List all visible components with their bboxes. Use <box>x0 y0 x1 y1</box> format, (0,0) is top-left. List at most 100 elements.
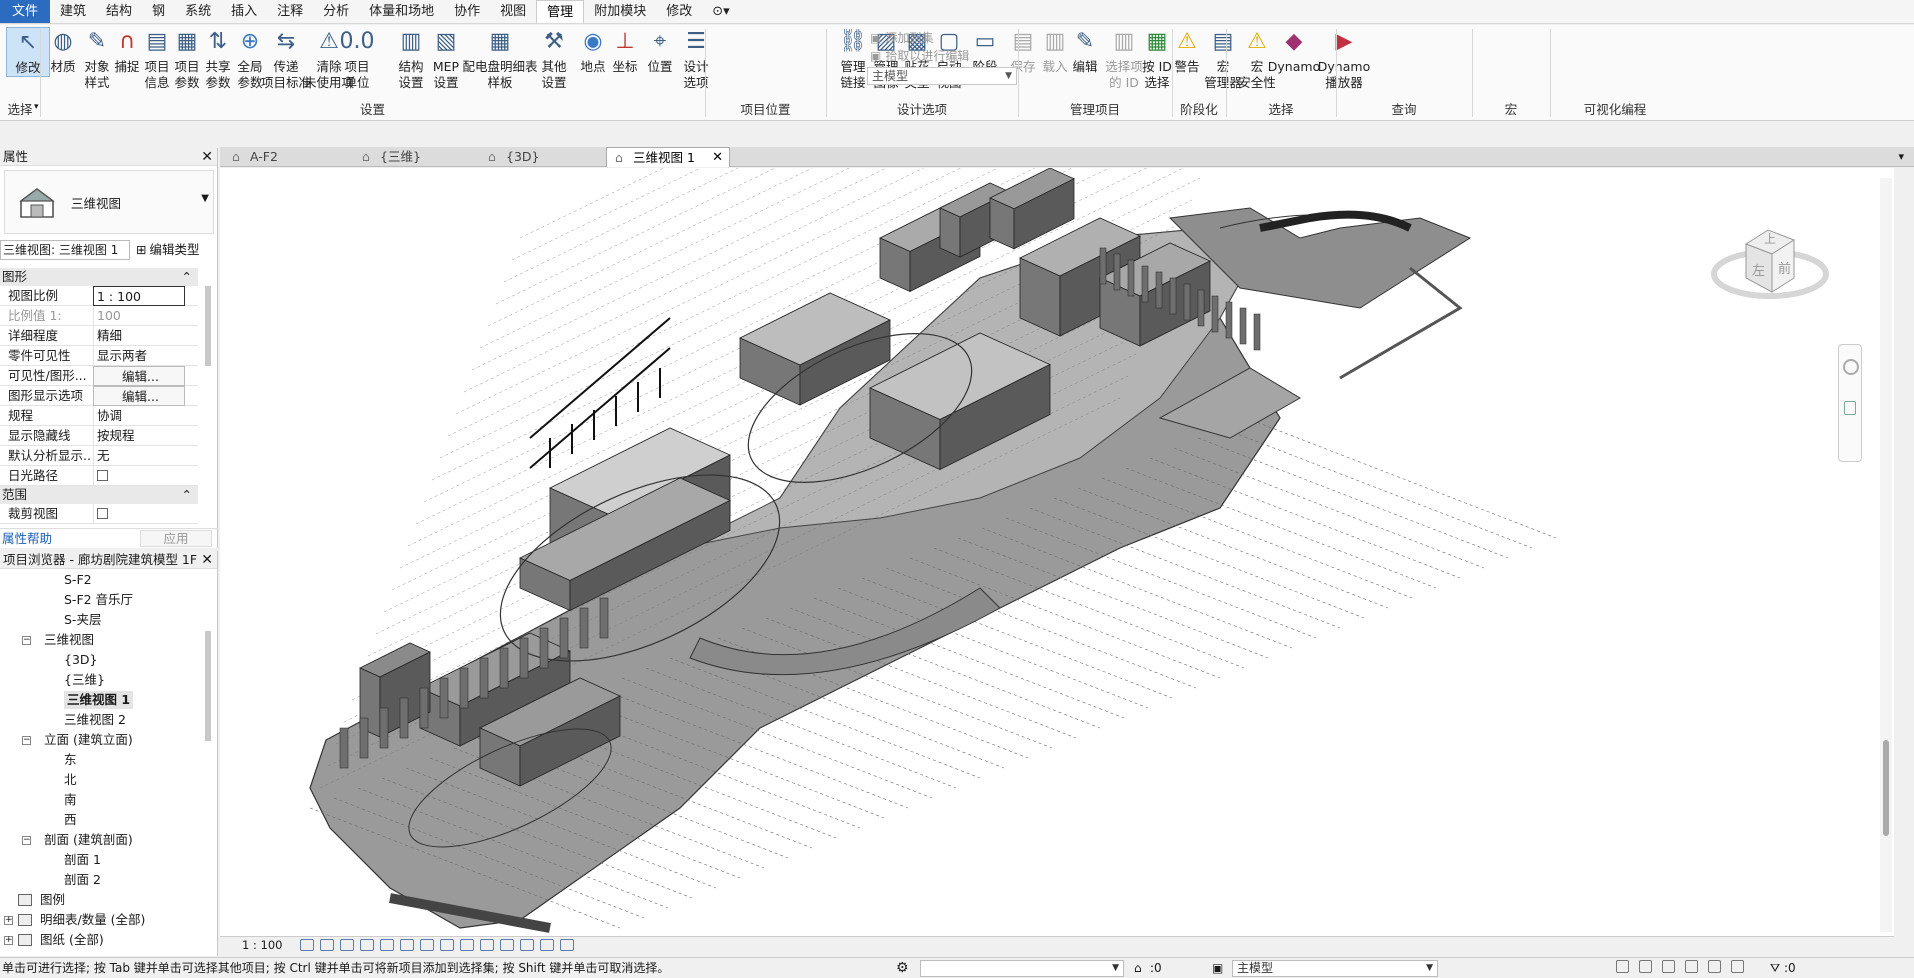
apply-button[interactable]: 应用 <box>140 530 212 547</box>
select-underlay-icon[interactable] <box>1639 960 1652 973</box>
structural-settings-button[interactable]: ▥ 结构 设置 <box>392 27 430 91</box>
scrollbar[interactable] <box>205 631 211 741</box>
menu-item[interactable]: 建筑 <box>50 0 96 23</box>
property-value[interactable]: 100 <box>93 306 185 326</box>
tab-list-icon[interactable]: ▾ <box>1898 147 1904 167</box>
render-icon[interactable] <box>380 939 394 951</box>
macro-manager-button[interactable]: ▤ 宏 管理器 <box>1204 27 1242 91</box>
drawing-canvas[interactable]: 上 左 前 <box>220 168 1894 940</box>
section-extents[interactable]: 范围 ⌃ <box>0 486 198 504</box>
reveal-icon[interactable] <box>480 939 494 951</box>
drag-elements-icon[interactable] <box>1708 960 1721 973</box>
tree-node[interactable]: S-F2 音乐厅 <box>64 591 133 609</box>
menu-item[interactable]: 钢 <box>142 0 175 23</box>
mep-settings-button[interactable]: ▧ MEP 设置 <box>427 27 465 91</box>
menu-item[interactable]: 系统 <box>175 0 221 23</box>
property-value[interactable]: 编辑... <box>93 366 185 386</box>
menu-item[interactable]: 修改 <box>656 0 702 23</box>
viewcube[interactable]: 上 左 前 <box>1708 212 1838 322</box>
tree-node[interactable]: 明细表/数量 (全部) <box>40 911 145 929</box>
tree-node[interactable]: 北 <box>64 771 77 789</box>
view-tab[interactable]: ⌂ {3D} <box>480 147 608 167</box>
tree-node[interactable]: 剖面 2 <box>64 871 101 889</box>
property-value[interactable]: 精细 <box>93 326 185 346</box>
pick-to-edit-button[interactable]: ▣ 拾取以进行编辑 <box>870 47 969 64</box>
design-option-combo[interactable]: 主模型 ▼ <box>1232 960 1438 977</box>
view-tab[interactable]: ⌂ {三维} <box>354 147 484 167</box>
property-value[interactable]: 协调 <box>93 406 185 426</box>
temp-hide-icon[interactable] <box>460 939 474 951</box>
instance-selector[interactable]: 三维视图: 三维视图 1 <box>0 240 130 260</box>
tree-toggle-icon[interactable]: + <box>4 916 13 925</box>
sun-path-icon[interactable] <box>340 939 354 951</box>
detail-level-icon[interactable] <box>300 939 314 951</box>
tree-node[interactable]: 西 <box>64 811 77 829</box>
warnings-button[interactable]: ⚠ 警告 <box>1168 27 1206 75</box>
menu-item[interactable]: 附加模块 <box>584 0 656 23</box>
dynamo-button[interactable]: ◆ Dynamo <box>1268 27 1320 75</box>
lock-view-icon[interactable] <box>440 939 454 951</box>
tree-node[interactable]: 立面 (建筑立面) <box>44 731 133 749</box>
highlight-icon[interactable] <box>560 939 574 951</box>
view-scale[interactable]: 1 : 100 <box>242 937 282 954</box>
scrollbar-thumb[interactable] <box>1883 740 1889 836</box>
section-graphics[interactable]: 图形 ⌃ <box>0 268 198 286</box>
property-value[interactable]: 编辑... <box>93 386 185 406</box>
tree-node[interactable]: 三维视图 1 <box>64 691 134 709</box>
view-tab[interactable]: ⌂ A-F2 <box>224 147 354 167</box>
worksets-icon[interactable]: ⚙ <box>896 958 909 978</box>
crop-icon[interactable] <box>400 939 414 951</box>
property-value[interactable] <box>93 466 185 486</box>
tree-node[interactable]: 图纸 (全部) <box>40 931 104 949</box>
property-value[interactable]: 按规程 <box>93 426 185 446</box>
tree-node[interactable]: 东 <box>64 751 77 769</box>
visual-style-icon[interactable] <box>320 939 334 951</box>
project-units-button[interactable]: 0.0 项目 单位 <box>338 27 376 91</box>
property-value[interactable]: 无 <box>93 446 185 466</box>
menu-item[interactable]: 管理 <box>536 0 585 23</box>
worksharing-icon[interactable] <box>500 939 514 951</box>
materials-button[interactable]: ◍ 材质 <box>44 27 82 75</box>
menu-item[interactable]: 视图 <box>490 0 536 23</box>
dynamo-player-button[interactable]: ▶ Dynamo 播放器 <box>1318 27 1370 91</box>
filter-icon[interactable]: ⛛ <box>1770 958 1780 978</box>
properties-help-link[interactable]: 属性帮助 <box>2 529 52 549</box>
canvas-scrollbar[interactable] <box>1880 178 1892 932</box>
editable-only-icon[interactable]: ⌂ <box>1134 958 1142 978</box>
steering-wheel-icon[interactable] <box>1843 359 1859 375</box>
close-icon[interactable]: ✕ <box>201 551 213 568</box>
close-icon[interactable]: ✕ <box>201 148 213 166</box>
tree-toggle-icon[interactable]: − <box>22 636 31 645</box>
menu-item[interactable]: 协作 <box>444 0 490 23</box>
close-icon[interactable]: ✕ <box>712 148 723 168</box>
background-process-icon[interactable] <box>1731 960 1744 973</box>
sun-path-checkbox[interactable] <box>97 470 108 481</box>
menu-item[interactable]: 体量和场地 <box>359 0 444 23</box>
tree-node[interactable]: 图例 <box>40 891 65 909</box>
tree-node[interactable]: 三维视图 2 <box>64 711 126 729</box>
transfer-standards-button[interactable]: ⇆ 传递 项目标准 <box>261 27 311 91</box>
quick-menu-dropdown[interactable]: ⊙▾ <box>702 0 739 23</box>
crop-view-checkbox[interactable] <box>97 508 108 519</box>
select-by-face-icon[interactable] <box>1685 960 1698 973</box>
tree-node[interactable]: {3D} <box>64 651 97 669</box>
workset-combo[interactable]: ▼ <box>920 960 1124 977</box>
menu-item[interactable]: 结构 <box>96 0 142 23</box>
other-settings-button[interactable]: ⚒ 其他 设置 <box>535 27 573 91</box>
property-value[interactable]: 显示两者 <box>93 346 185 366</box>
analysis-icon[interactable] <box>520 939 534 951</box>
tree-node[interactable]: 剖面 1 <box>64 851 101 869</box>
tree-node[interactable]: 剖面 (建筑剖面) <box>44 831 133 849</box>
shadows-icon[interactable] <box>360 939 374 951</box>
chevron-down-icon[interactable]: ▾ <box>34 102 39 112</box>
menu-item[interactable]: 分析 <box>313 0 359 23</box>
tree-node[interactable]: 三维视图 <box>44 631 94 649</box>
position-button[interactable]: ⌖ 位置 <box>641 27 679 75</box>
tree-node[interactable]: S-夹层 <box>64 611 101 629</box>
constraints-icon[interactable] <box>540 939 554 951</box>
tree-toggle-icon[interactable]: − <box>22 736 31 745</box>
viewcube-front-label[interactable]: 前 <box>1778 258 1791 277</box>
edit-type-button[interactable]: ⊞ 编辑类型 <box>136 240 200 260</box>
viewcube-left-label[interactable]: 左 <box>1752 260 1765 279</box>
tree-node[interactable]: {三维} <box>64 671 105 689</box>
